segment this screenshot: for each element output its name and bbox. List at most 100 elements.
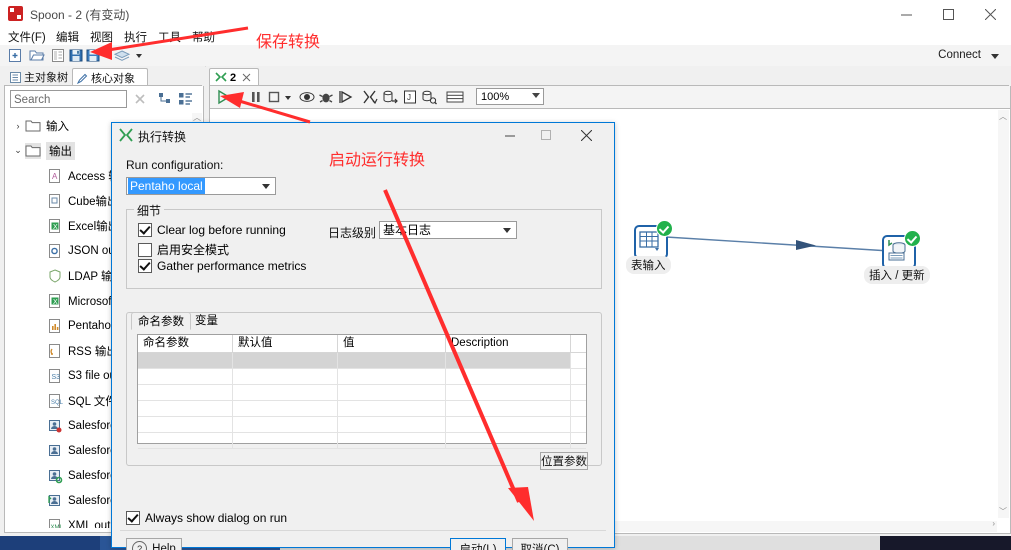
menu-execute[interactable]: 执行 [124, 29, 147, 45]
close-button[interactable] [969, 0, 1011, 28]
cancel-button[interactable]: 取消(C) [512, 538, 568, 550]
step-status-ok-icon [656, 220, 673, 237]
clear-log-checkbox[interactable] [138, 223, 152, 237]
position-parameters-button[interactable]: 位置参数 [540, 452, 588, 470]
menu-view[interactable]: 视图 [90, 29, 113, 45]
cube-output-icon [47, 193, 63, 209]
zoom-dropdown-arrow-icon[interactable] [532, 93, 540, 98]
table-row[interactable] [138, 353, 586, 369]
spoon-icon [8, 6, 23, 21]
search-input[interactable]: Search [10, 90, 127, 108]
salesforce-upsert-icon [47, 493, 63, 509]
table-row[interactable] [138, 433, 586, 449]
sql-file-output-icon: SQL [47, 393, 64, 409]
save-as-icon[interactable] [85, 48, 101, 63]
replay-icon[interactable] [337, 89, 353, 105]
step-box[interactable] [634, 220, 673, 259]
debug-icon[interactable] [318, 89, 334, 105]
taskbar-segment [880, 536, 1011, 550]
menu-edit[interactable]: 编辑 [56, 29, 79, 45]
safe-mode-checkbox[interactable] [138, 242, 152, 257]
run-configuration-combo[interactable]: Pentaho local [126, 177, 276, 195]
dialog-close-button[interactable] [570, 123, 602, 147]
safe-mode-checkbox-row[interactable]: 启用安全模式 [138, 241, 229, 258]
new-file-icon[interactable] [7, 48, 23, 63]
parameters-group: 命名参数 变量 命名参数 默认值 值 Description 位置参数 [126, 312, 602, 470]
pause-icon[interactable] [248, 89, 264, 105]
tab-named-parameters[interactable]: 命名参数 [131, 312, 191, 330]
always-show-dialog-checkbox[interactable] [126, 511, 140, 525]
menu-file[interactable]: 文件(F) [8, 29, 46, 45]
table-header-row: 命名参数 默认值 值 Description [138, 335, 586, 353]
table-row[interactable] [138, 417, 586, 433]
clear-log-label: Clear log before running [157, 223, 286, 237]
column-header-value: 值 [338, 335, 446, 352]
expand-twisty-icon[interactable]: › [11, 121, 25, 131]
layers-icon[interactable] [113, 48, 131, 63]
open-file-icon[interactable] [29, 48, 45, 63]
chevron-down-icon[interactable] [503, 228, 511, 233]
step-box[interactable] [882, 230, 921, 269]
menu-help[interactable]: 帮助 [192, 29, 215, 45]
run-options-arrow-icon[interactable] [234, 89, 242, 105]
view-menu-icon[interactable] [178, 92, 193, 106]
dialog-minimize-button[interactable] [494, 123, 526, 147]
svg-text:X: X [53, 299, 58, 306]
dropdown-arrow-icon[interactable] [134, 48, 150, 63]
folder-icon [25, 118, 41, 134]
explorer-icon[interactable] [50, 48, 66, 63]
tab-main-object-tree[interactable]: 主对象树 [6, 68, 76, 86]
save-annotation-text: 保存转换 [256, 34, 321, 51]
explore-db-icon[interactable] [421, 89, 437, 105]
execute-transformation-dialog[interactable]: 执行转换 Run configuration: Pentaho local 细节… [111, 122, 615, 550]
xml-output-icon: XML [47, 518, 64, 529]
always-show-dialog-row[interactable]: Always show dialog on run [126, 511, 287, 525]
svg-text:XML: XML [51, 525, 64, 529]
collapse-twisty-icon[interactable]: ⌄ [11, 145, 25, 156]
analyze-impact-icon[interactable] [382, 89, 398, 105]
menu-bar: 文件(F) 编辑 视图 执行 工具 帮助 [0, 28, 1011, 45]
show-grid-icon[interactable] [446, 89, 464, 105]
maximize-button[interactable] [927, 0, 969, 28]
taskbar-segment [0, 536, 100, 550]
table-row[interactable] [138, 401, 586, 417]
scroll-up-icon[interactable]: ︿ [193, 113, 201, 122]
get-sql-icon[interactable]: J [402, 89, 418, 105]
run-icon[interactable] [216, 89, 232, 105]
save-icon[interactable] [68, 48, 84, 63]
gather-metrics-checkbox-row[interactable]: Gather performance metrics [138, 259, 306, 273]
help-button-label: Help [152, 542, 176, 550]
clear-log-checkbox-row[interactable]: Clear log before running [138, 223, 286, 237]
spoon-icon [119, 128, 133, 142]
dialog-maximize-button[interactable] [530, 123, 562, 147]
chevron-down-icon[interactable] [262, 184, 270, 189]
s3-output-icon: S3 [47, 368, 63, 384]
collapse-all-icon[interactable] [158, 92, 173, 106]
stop-options-arrow-icon[interactable] [284, 89, 292, 105]
gather-metrics-checkbox[interactable] [138, 259, 152, 273]
menu-tools[interactable]: 工具 [158, 29, 181, 45]
canvas-toolbar: J 100% [209, 86, 1011, 108]
tab-core-objects-label: 核心对象 [91, 73, 135, 85]
canvas-vertical-scrollbar[interactable]: ︿ ﹀ [998, 110, 1009, 518]
log-level-value: 基本日志 [383, 223, 432, 237]
help-button[interactable]: ? Help [126, 538, 182, 550]
table-row[interactable] [138, 369, 586, 385]
verify-icon[interactable] [362, 89, 378, 105]
tab-variables[interactable]: 变量 [189, 312, 224, 328]
stop-icon[interactable] [266, 89, 282, 105]
minimize-button[interactable] [885, 0, 927, 28]
connect-dropdown-arrow-icon[interactable] [991, 54, 999, 59]
window-controls [885, 0, 1011, 28]
column-header-default-value: 默认值 [233, 335, 338, 352]
run-configuration-label: Run configuration: [126, 158, 224, 172]
log-level-combo[interactable]: 基本日志 [379, 221, 517, 239]
parameters-table[interactable]: 命名参数 默认值 值 Description [137, 334, 587, 449]
clear-x-icon[interactable] [133, 92, 147, 106]
table-row[interactable] [138, 385, 586, 401]
column-header-named-parameter: 命名参数 [138, 335, 233, 352]
preview-icon[interactable] [299, 89, 315, 105]
connect-label[interactable]: Connect [938, 49, 981, 61]
start-button[interactable]: 启动(L) [450, 538, 506, 550]
tab-variables-label: 变量 [195, 315, 218, 327]
